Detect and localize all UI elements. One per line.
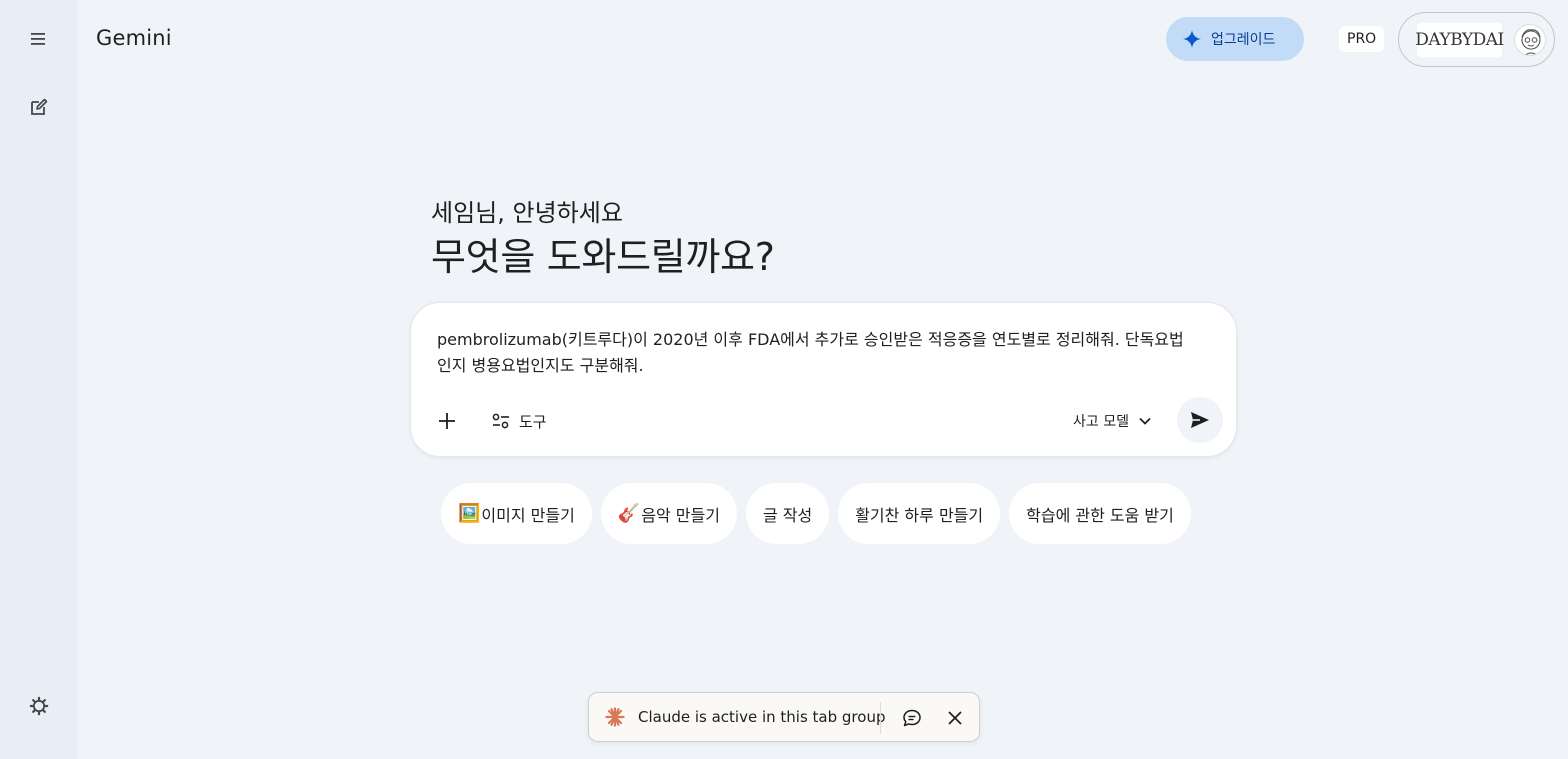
plus-icon bbox=[439, 413, 455, 429]
new-chat-button[interactable] bbox=[19, 87, 59, 127]
claude-status-bar: Claude is active in this tab group bbox=[588, 692, 980, 742]
chip-label: 학습에 관한 도움 받기 bbox=[1026, 505, 1174, 525]
chip-label: 글 작성 bbox=[762, 505, 813, 525]
gemini-app: Gemini 업그레이드 PRO DAYBYDAI 세임님, 안녕하세요 무엇을… bbox=[0, 0, 1568, 759]
sparkle-icon bbox=[1183, 30, 1201, 48]
chat-bubble-icon bbox=[903, 709, 921, 727]
tools-label: 도구 bbox=[519, 412, 547, 431]
image-emoji-icon: 🖼️ bbox=[458, 503, 481, 524]
close-icon bbox=[948, 711, 962, 725]
claude-logo-icon bbox=[605, 707, 625, 727]
claude-status-text: Claude is active in this tab group bbox=[638, 708, 886, 726]
chevron-down-icon bbox=[1139, 417, 1151, 425]
tools-button[interactable]: 도구 bbox=[483, 401, 555, 441]
chip-create-music[interactable]: 🎸 음악 만들기 bbox=[600, 483, 737, 544]
edit-icon bbox=[31, 98, 48, 115]
greeting-title: 무엇을 도와드릴까요? bbox=[431, 235, 775, 279]
account-logo: DAYBYDAI bbox=[1415, 22, 1504, 57]
claude-chat-button[interactable] bbox=[898, 704, 926, 732]
hamburger-menu-icon bbox=[31, 33, 45, 45]
prompt-input[interactable]: pembrolizumab(키트루다)이 2020년 이후 FDA에서 추가로 … bbox=[437, 327, 1207, 379]
greeting-subtitle: 세임님, 안녕하세요 bbox=[431, 199, 623, 227]
chip-energize-day[interactable]: 활기찬 하루 만들기 bbox=[838, 483, 1001, 544]
prompt-composer: pembrolizumab(키트루다)이 2020년 이후 FDA에서 추가로 … bbox=[410, 302, 1237, 457]
suggestion-chips: 🖼️ 이미지 만들기 🎸 음악 만들기 글 작성 활기찬 하루 만들기 학습에 … bbox=[441, 483, 1191, 544]
send-icon bbox=[1191, 412, 1209, 428]
chip-create-image[interactable]: 🖼️ 이미지 만들기 bbox=[441, 483, 592, 544]
send-button[interactable] bbox=[1177, 397, 1223, 443]
chip-learning-help[interactable]: 학습에 관한 도움 받기 bbox=[1009, 483, 1191, 544]
plan-badge: PRO bbox=[1339, 26, 1385, 52]
guitar-emoji-icon: 🎸 bbox=[617, 503, 641, 524]
app-title[interactable]: Gemini bbox=[96, 26, 172, 50]
account-switcher[interactable]: DAYBYDAI bbox=[1398, 12, 1555, 67]
chip-label: 음악 만들기 bbox=[641, 505, 720, 525]
model-label: 사고 모델 bbox=[1073, 414, 1129, 430]
model-selector[interactable]: 사고 모델 bbox=[1067, 401, 1157, 441]
gear-icon bbox=[29, 696, 49, 716]
menu-button[interactable] bbox=[19, 19, 59, 59]
chip-write[interactable]: 글 작성 bbox=[745, 483, 830, 544]
chip-label: 이미지 만들기 bbox=[481, 505, 575, 525]
close-button[interactable] bbox=[941, 704, 969, 732]
settings-button[interactable] bbox=[19, 686, 59, 726]
divider bbox=[880, 702, 881, 734]
upgrade-label: 업그레이드 bbox=[1211, 32, 1276, 48]
tools-sliders-icon bbox=[492, 413, 509, 429]
add-attachment-button[interactable] bbox=[427, 401, 467, 441]
chip-label: 활기찬 하루 만들기 bbox=[855, 505, 984, 525]
upgrade-button[interactable]: 업그레이드 bbox=[1166, 17, 1304, 61]
avatar bbox=[1514, 23, 1546, 56]
sidebar-rail bbox=[0, 0, 78, 759]
